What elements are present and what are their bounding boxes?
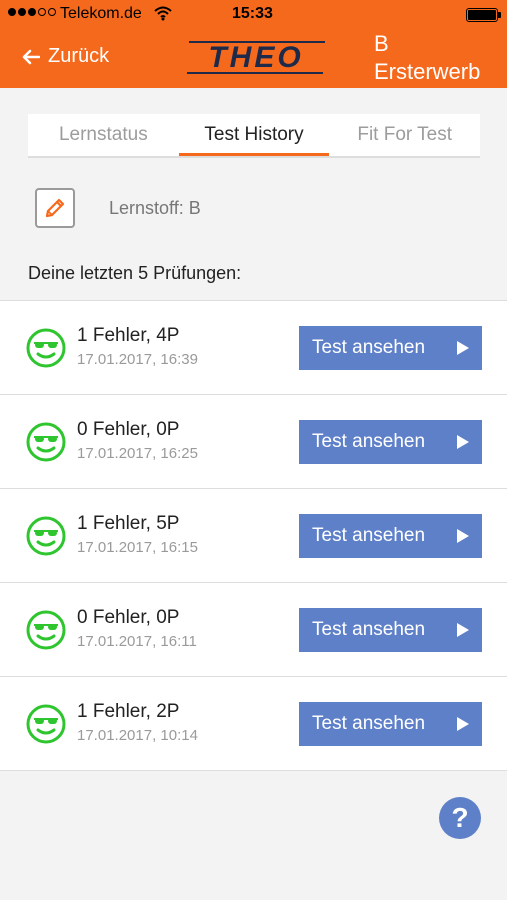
play-icon bbox=[457, 529, 469, 543]
view-test-button[interactable]: Test ansehen bbox=[299, 514, 482, 558]
tab-test-history[interactable]: Test History bbox=[178, 114, 330, 156]
view-test-button[interactable]: Test ansehen bbox=[299, 326, 482, 370]
license-class-title: B Ersterwerb bbox=[374, 31, 481, 84]
section-title: Deine letzten 5 Prüfungen: bbox=[28, 263, 242, 283]
view-test-label: Test ansehen bbox=[312, 619, 426, 640]
smiley-sunglasses-icon bbox=[26, 704, 66, 744]
list-item: 1 Fehler, 4P 17.01.2017, 16:39 Test anse… bbox=[0, 301, 507, 395]
test-history-list: 1 Fehler, 4P 17.01.2017, 16:39 Test anse… bbox=[0, 300, 507, 771]
test-date: 17.01.2017, 16:39 bbox=[77, 351, 198, 368]
play-icon bbox=[457, 341, 469, 355]
play-icon bbox=[457, 623, 469, 637]
test-date: 17.01.2017, 16:11 bbox=[77, 633, 197, 650]
tab-fit-for-test[interactable]: Fit For Test bbox=[329, 114, 480, 156]
carrier-name: Telekom.de bbox=[60, 5, 142, 22]
view-test-label: Test ansehen bbox=[312, 337, 426, 358]
pencil-icon bbox=[45, 198, 65, 218]
list-item: 1 Fehler, 2P 17.01.2017, 10:14 Test anse… bbox=[0, 677, 507, 771]
test-date: 17.01.2017, 16:25 bbox=[77, 445, 198, 462]
tab-bar: Lernstatus Test History Fit For Test bbox=[28, 114, 480, 158]
view-test-label: Test ansehen bbox=[312, 431, 426, 452]
edit-lernstoff-button[interactable] bbox=[35, 188, 75, 228]
play-icon bbox=[457, 435, 469, 449]
wifi-icon bbox=[154, 6, 172, 21]
test-result: 1 Fehler, 5P bbox=[77, 513, 180, 534]
smiley-sunglasses-icon bbox=[26, 328, 66, 368]
lernstoff-label: Lernstoff: B bbox=[109, 198, 201, 218]
view-test-label: Test ansehen bbox=[312, 525, 426, 546]
status-time: 15:33 bbox=[232, 5, 273, 22]
test-result: 0 Fehler, 0P bbox=[77, 419, 180, 440]
help-button[interactable]: ? bbox=[439, 797, 481, 839]
list-item: 0 Fehler, 0P 17.01.2017, 16:11 Test anse… bbox=[0, 583, 507, 677]
smiley-sunglasses-icon bbox=[26, 422, 66, 462]
list-item: 1 Fehler, 5P 17.01.2017, 16:15 Test anse… bbox=[0, 489, 507, 583]
theo-logo: THEO bbox=[187, 41, 325, 74]
back-label: Zurück bbox=[48, 45, 110, 67]
smiley-sunglasses-icon bbox=[26, 516, 66, 556]
list-item: 0 Fehler, 0P 17.01.2017, 16:25 Test anse… bbox=[0, 395, 507, 489]
battery-icon bbox=[466, 8, 501, 22]
play-icon bbox=[457, 717, 469, 731]
test-date: 17.01.2017, 10:14 bbox=[77, 727, 198, 744]
help-label: ? bbox=[451, 802, 469, 833]
test-date: 17.01.2017, 16:15 bbox=[77, 539, 198, 556]
smiley-sunglasses-icon bbox=[26, 610, 66, 650]
view-test-label: Test ansehen bbox=[312, 713, 426, 734]
svg-text:THEO: THEO bbox=[208, 41, 303, 74]
status-bar: Telekom.de 15:33 bbox=[0, 0, 507, 30]
signal-strength-icon bbox=[8, 8, 56, 16]
test-result: 1 Fehler, 4P bbox=[77, 325, 180, 346]
tab-lernstatus[interactable]: Lernstatus bbox=[28, 114, 179, 156]
view-test-button[interactable]: Test ansehen bbox=[299, 702, 482, 746]
test-result: 1 Fehler, 2P bbox=[77, 701, 180, 722]
arrow-left-icon bbox=[22, 49, 40, 64]
view-test-button[interactable]: Test ansehen bbox=[299, 608, 482, 652]
test-result: 0 Fehler, 0P bbox=[77, 607, 180, 628]
view-test-button[interactable]: Test ansehen bbox=[299, 420, 482, 464]
back-button[interactable]: Zurück bbox=[22, 45, 109, 68]
header-bar: Telekom.de 15:33 Zurück THEO B Ersterwer… bbox=[0, 0, 507, 88]
